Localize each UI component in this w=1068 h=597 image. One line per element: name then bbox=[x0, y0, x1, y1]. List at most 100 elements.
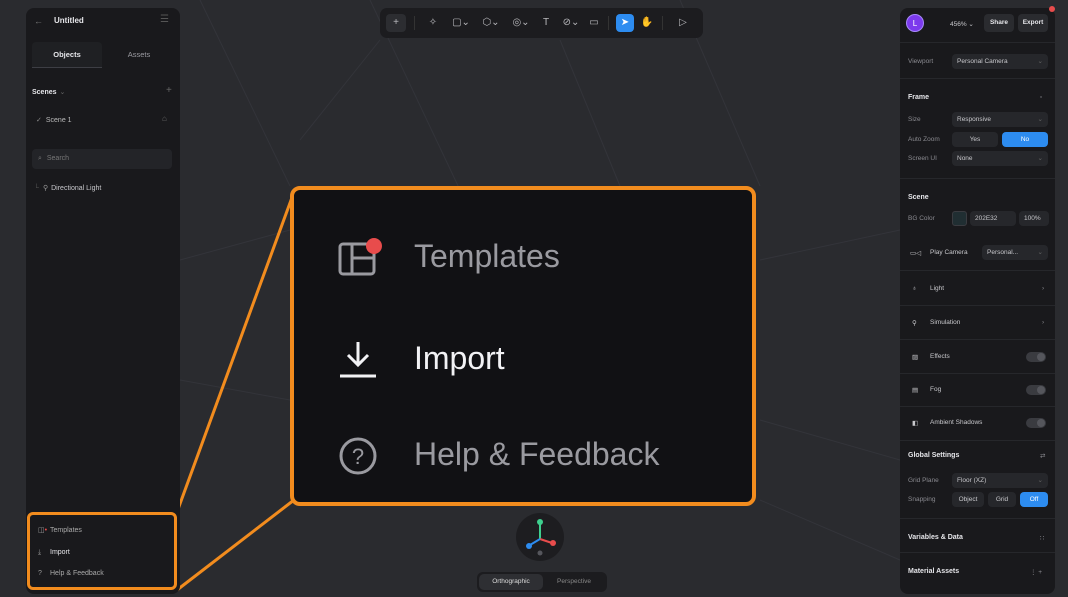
fog-toggle[interactable] bbox=[1026, 385, 1046, 395]
shadow-icon: ◧ bbox=[912, 420, 919, 427]
chevron-down-icon: ⌄ bbox=[1037, 116, 1043, 123]
divider bbox=[900, 406, 1055, 407]
project-title[interactable]: Untitled bbox=[54, 16, 84, 25]
material-tool-icon[interactable]: ◎⌄ bbox=[508, 14, 534, 32]
check-icon: ✓ bbox=[36, 117, 42, 124]
grid-dots-icon[interactable]: ∷ bbox=[1040, 534, 1044, 542]
divider bbox=[900, 78, 1055, 79]
bg-opacity-input[interactable]: 100% bbox=[1019, 211, 1049, 226]
add-button[interactable]: + bbox=[386, 14, 406, 32]
chevron-right-icon: › bbox=[1042, 285, 1045, 292]
scenes-header[interactable]: Scenes ⌄ bbox=[32, 88, 65, 96]
divider bbox=[900, 305, 1055, 306]
divider bbox=[900, 440, 1055, 441]
effects-toggle[interactable] bbox=[1026, 352, 1046, 362]
toolbar-divider bbox=[608, 16, 609, 30]
size-label: Size bbox=[908, 116, 921, 123]
export-button[interactable]: Export bbox=[1018, 14, 1048, 32]
zoom-value: 456% bbox=[950, 21, 967, 28]
ambient-toggle[interactable] bbox=[1026, 418, 1046, 428]
brush-tool-icon[interactable]: ⊘⌄ bbox=[558, 14, 584, 32]
tree-item-directional-light[interactable]: └ ⚲ Directional Light bbox=[34, 184, 101, 192]
view-mode-toggle: Orthographic Perspective bbox=[477, 572, 607, 592]
chevron-down-icon: ⌄ bbox=[59, 89, 66, 96]
size-value: Responsive bbox=[957, 116, 991, 123]
avatar[interactable]: L bbox=[906, 14, 924, 32]
toolbar-divider bbox=[414, 16, 415, 30]
bg-color-swatch[interactable] bbox=[952, 211, 967, 226]
tab-objects[interactable]: Objects bbox=[32, 42, 102, 68]
divider bbox=[900, 42, 1055, 43]
effects-icon: ▨ bbox=[912, 354, 919, 361]
screenui-value: None bbox=[957, 155, 973, 162]
chevron-down-icon: ⌄ bbox=[1037, 249, 1043, 256]
autozoom-yes-button[interactable]: Yes bbox=[952, 132, 998, 147]
right-panel: L 456% ⌄ Share Export Viewport Personal … bbox=[900, 8, 1055, 594]
zoom-level[interactable]: 456% ⌄ bbox=[950, 20, 974, 28]
templates-icon bbox=[338, 238, 382, 276]
variables-heading[interactable]: Variables & Data bbox=[908, 534, 963, 541]
frame-icon[interactable]: ▫ bbox=[1040, 94, 1042, 101]
chevron-down-icon: ⌄ bbox=[1037, 477, 1043, 484]
scene-heading: Scene bbox=[908, 194, 929, 201]
grid-plane-select[interactable]: Floor (XZ) ⌄ bbox=[952, 473, 1048, 488]
play-camera-label: Play Camera bbox=[930, 249, 968, 256]
chevron-right-icon: › bbox=[1042, 319, 1045, 326]
snap-off-button[interactable]: Off bbox=[1020, 492, 1048, 507]
select-tool-icon[interactable]: ➤ bbox=[616, 14, 634, 32]
orthographic-button[interactable]: Orthographic bbox=[479, 574, 543, 590]
callout-templates-label: Templates bbox=[414, 238, 560, 274]
add-scene-icon[interactable]: + bbox=[166, 85, 172, 96]
snap-object-button[interactable]: Object bbox=[952, 492, 984, 507]
play-icon[interactable]: ▷ bbox=[674, 14, 692, 32]
divider bbox=[900, 178, 1055, 179]
screenui-select[interactable]: None ⌄ bbox=[952, 151, 1048, 166]
back-arrow-icon[interactable]: ← bbox=[34, 16, 43, 26]
axis-gizmo-icon bbox=[526, 519, 556, 556]
comment-tool-icon[interactable]: ▭ bbox=[586, 14, 602, 32]
add-material-icon[interactable]: ⋮ + bbox=[1030, 568, 1042, 576]
play-camera-select[interactable]: Personal... ⌄ bbox=[982, 245, 1048, 260]
autozoom-label: Auto Zoom bbox=[908, 136, 940, 143]
toolbar-divider bbox=[662, 16, 663, 30]
orientation-gizmo[interactable] bbox=[516, 513, 564, 561]
ambient-label: Ambient Shadows bbox=[930, 419, 983, 426]
viewport-select[interactable]: Personal Camera ⌄ bbox=[952, 54, 1048, 69]
size-select[interactable]: Responsive ⌄ bbox=[952, 112, 1048, 127]
hand-tool-icon[interactable]: ✋ bbox=[638, 14, 656, 32]
chevron-down-icon: ⌄ bbox=[1037, 58, 1043, 65]
tree-item-label: Directional Light bbox=[51, 185, 102, 192]
bg-hex-input[interactable]: 202E32 bbox=[970, 211, 1016, 226]
notification-badge bbox=[1049, 6, 1055, 12]
text-tool-icon[interactable]: T bbox=[538, 14, 554, 32]
callout-help-label: Help & Feedback bbox=[414, 436, 660, 472]
perspective-button[interactable]: Perspective bbox=[543, 574, 605, 590]
divider bbox=[900, 270, 1055, 271]
light-icon: ⚲ bbox=[42, 185, 49, 192]
tab-assets[interactable]: Assets bbox=[104, 42, 174, 68]
divider bbox=[900, 552, 1055, 553]
home-icon[interactable]: ⌂ bbox=[162, 114, 167, 123]
search-input[interactable]: ⌕ Search bbox=[32, 149, 172, 169]
camera-icon: ▭◁ bbox=[910, 250, 922, 257]
viewport-label: Viewport bbox=[908, 58, 934, 65]
grid-plane-label: Grid Plane bbox=[908, 477, 939, 484]
zoom-callout: Templates Import ? Help & Feedback bbox=[290, 186, 756, 506]
object-tool-icon[interactable]: ⬡⌄ bbox=[478, 14, 504, 32]
autozoom-no-button[interactable]: No bbox=[1002, 132, 1048, 147]
material-heading[interactable]: Material Assets bbox=[908, 568, 959, 575]
light-label: Light bbox=[930, 285, 945, 292]
scene-name: Scene 1 bbox=[45, 117, 72, 124]
menu-icon[interactable]: ☰ bbox=[160, 14, 169, 25]
settings-icon[interactable]: ⇄ bbox=[1040, 452, 1045, 460]
search-placeholder: Search bbox=[46, 155, 70, 162]
shape-tool-icon[interactable]: ▢⌄ bbox=[448, 14, 474, 32]
snap-grid-button[interactable]: Grid bbox=[988, 492, 1016, 507]
grid-plane-value: Floor (XZ) bbox=[957, 477, 987, 484]
fog-label: Fog bbox=[930, 386, 942, 393]
download-icon bbox=[340, 342, 376, 378]
scene-list-item[interactable]: ✓ Scene 1 bbox=[36, 116, 72, 124]
help-icon: ? bbox=[339, 437, 377, 475]
pen-tool-icon[interactable]: ✧ bbox=[424, 14, 442, 32]
share-button[interactable]: Share bbox=[984, 14, 1014, 32]
